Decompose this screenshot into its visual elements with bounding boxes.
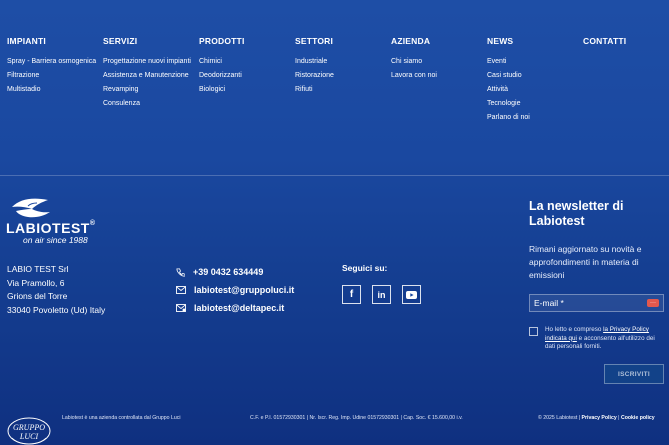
nav-link[interactable]: Chi siamo xyxy=(391,58,483,66)
nav-column-impianti: IMPIANTI Spray - Barriera osmogenica Fil… xyxy=(7,36,99,100)
nav-link[interactable]: Deodorizzanti xyxy=(199,72,291,80)
brand-tagline: on air since 1988 xyxy=(23,235,88,245)
nav-column-servizi: SERVIZI Progettazione nuovi impianti Ass… xyxy=(103,36,195,114)
nav-title-azienda[interactable]: AZIENDA xyxy=(391,36,483,46)
address-street: Via Pramollo, 6 xyxy=(7,277,65,288)
email-link[interactable]: labiotest@gruppoluci.it xyxy=(176,281,294,299)
youtube-play-icon xyxy=(406,290,417,299)
gruppo-luci-logo[interactable]: GRUPPO LUCI xyxy=(6,414,52,445)
gruppo-text: GRUPPO xyxy=(13,423,45,432)
email-address: labiotest@gruppoluci.it xyxy=(194,285,295,295)
nav-link[interactable]: Casi studio xyxy=(487,72,579,80)
nav-title-prodotti[interactable]: PRODOTTI xyxy=(199,36,291,46)
phone-link[interactable]: +39 0432 634449 xyxy=(176,263,294,281)
privacy-checkbox[interactable] xyxy=(529,327,538,336)
nav-column-news: NEWS Eventi Casi studio Attività Tecnolo… xyxy=(487,36,579,128)
nav-title-news[interactable]: NEWS xyxy=(487,36,579,46)
newsletter-form: La newsletter di Labiotest Rimani aggior… xyxy=(529,199,665,352)
privacy-policy-footer-link[interactable]: Privacy Policy xyxy=(582,415,617,421)
email-input[interactable]: E-mail * ··· xyxy=(529,294,664,312)
copyright-text: © 2025 Labiotest | xyxy=(538,415,582,421)
nav-link[interactable]: Assistenza e Manutenzione xyxy=(103,72,195,80)
nav-title-servizi[interactable]: SERVIZI xyxy=(103,36,195,46)
nav-link[interactable]: Spray - Barriera osmogenica xyxy=(7,58,99,66)
luci-text: LUCI xyxy=(19,432,39,441)
company-note: Labiotest è una azienda controllata dal … xyxy=(62,415,181,421)
nav-link[interactable]: Lavora con noi xyxy=(391,72,483,80)
nav-link[interactable]: Industriale xyxy=(295,58,387,66)
nav-column-azienda: AZIENDA Chi siamo Lavora con noi xyxy=(391,36,483,86)
nav-link[interactable]: Revamping xyxy=(103,86,195,94)
pec-link[interactable]: labiotest@deltapec.it xyxy=(176,299,294,317)
required-field-icon: ··· xyxy=(647,299,659,307)
address-locality: Grions del Torre xyxy=(7,291,68,301)
nav-link[interactable]: Filtrazione xyxy=(7,72,99,80)
nav-link[interactable]: Attività xyxy=(487,86,579,94)
nav-link[interactable]: Tecnologie xyxy=(487,100,579,108)
mail-icon xyxy=(176,286,186,294)
bird-logo-icon xyxy=(12,198,50,218)
phone-number: +39 0432 634449 xyxy=(193,267,264,277)
gruppo-luci-emblem-icon: GRUPPO LUCI xyxy=(7,417,51,445)
youtube-icon[interactable] xyxy=(402,285,421,304)
nav-title-settori[interactable]: SETTORI xyxy=(295,36,387,46)
nav-title-contatti[interactable]: CONTATTI xyxy=(583,36,669,46)
company-address: LABIO TEST Srl Via Pramollo, 6 Grions de… xyxy=(7,263,105,317)
social-links: Seguici su: f in xyxy=(342,263,421,304)
nav-column-settori: SETTORI Industriale Ristorazione Rifiuti xyxy=(295,36,387,100)
cookie-policy-link[interactable]: Cookie policy xyxy=(621,415,655,421)
nav-column-contatti: CONTATTI xyxy=(583,36,669,58)
linkedin-glyph: in xyxy=(377,289,386,300)
nav-link[interactable]: Consulenza xyxy=(103,100,195,108)
nav-title-impianti[interactable]: IMPIANTI xyxy=(7,36,99,46)
facebook-icon[interactable]: f xyxy=(342,285,361,304)
nav-link[interactable]: Progettazione nuovi impianti xyxy=(103,58,195,66)
nav-column-prodotti: PRODOTTI Chimici Deodorizzanti Biologici xyxy=(199,36,291,100)
phone-icon xyxy=(176,267,185,277)
privacy-consent: Ho letto e compreso la Privacy Policy in… xyxy=(529,326,665,352)
footer-nav: IMPIANTI Spray - Barriera osmogenica Fil… xyxy=(0,0,669,175)
nav-link[interactable]: Chimici xyxy=(199,58,291,66)
linkedin-icon[interactable]: in xyxy=(372,285,391,304)
nav-link[interactable]: Ristorazione xyxy=(295,72,387,80)
facebook-glyph: f xyxy=(349,289,354,300)
copyright: © 2025 Labiotest | Privacy Policy | Cook… xyxy=(538,415,655,421)
consent-prefix: Ho letto e compreso xyxy=(545,326,604,333)
section-divider xyxy=(0,175,669,176)
address-company: LABIO TEST Srl xyxy=(7,264,69,274)
legal-bar: GRUPPO LUCI Labiotest è una azienda cont… xyxy=(0,410,669,445)
registered-mark: ® xyxy=(89,220,96,227)
labiotest-logo[interactable]: LABIOTEST® on air since 1988 xyxy=(6,197,116,245)
nav-link[interactable]: Parlano di noi xyxy=(487,114,579,122)
nav-link[interactable]: Rifiuti xyxy=(295,86,387,94)
social-title: Seguici su: xyxy=(342,263,388,273)
subscribe-button[interactable]: ISCRIVITI xyxy=(604,364,664,384)
newsletter-title: La newsletter di Labiotest xyxy=(529,199,624,228)
email-placeholder: E-mail * xyxy=(534,298,564,308)
address-city: 33040 Povoletto (Ud) Italy xyxy=(7,304,106,315)
newsletter-description: Rimani aggiornato su novità e approfondi… xyxy=(529,244,642,280)
legal-info: C.F. e P.I. 01572930301 | Nr. Iscr. Reg.… xyxy=(250,415,463,421)
nav-link[interactable]: Multistadio xyxy=(7,86,99,94)
nav-link[interactable]: Biologici xyxy=(199,86,291,94)
contact-list: +39 0432 634449 labiotest@gruppoluci.it … xyxy=(176,263,294,317)
pec-address: labiotest@deltapec.it xyxy=(194,303,285,313)
brand-name: LABIOTEST xyxy=(6,220,90,236)
nav-link[interactable]: Eventi xyxy=(487,58,579,66)
certified-mail-icon xyxy=(176,304,186,312)
